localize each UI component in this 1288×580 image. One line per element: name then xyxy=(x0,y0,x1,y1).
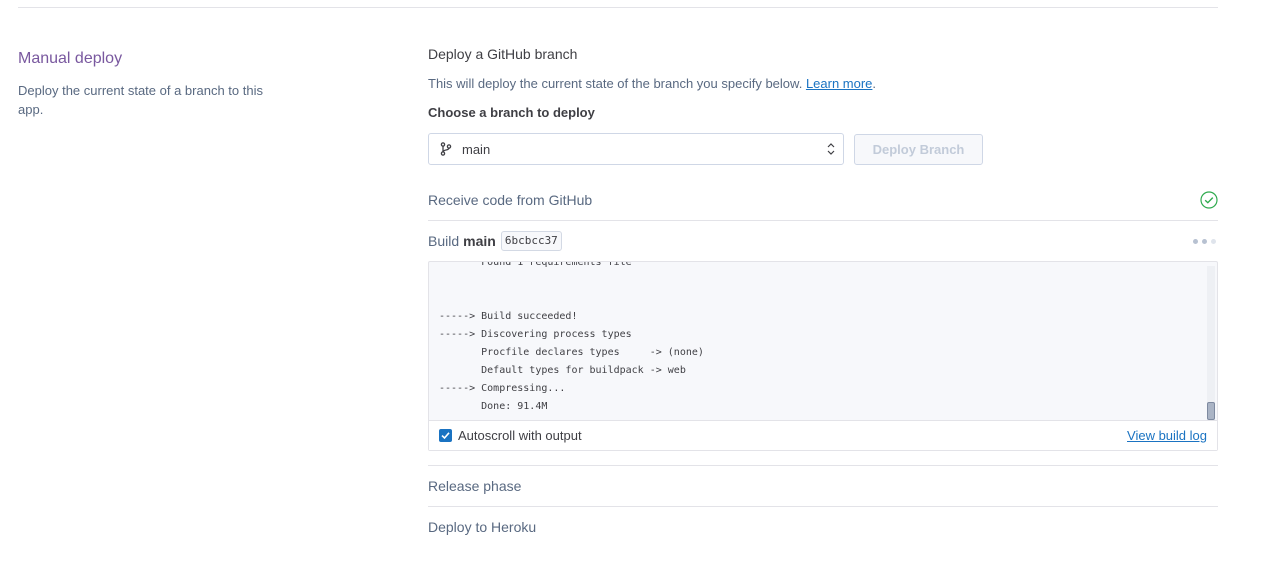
step-build-header: Build main 6bcbcc37 xyxy=(428,221,1218,261)
build-log-output[interactable]: Found 1 requirements file -----> Build s… xyxy=(429,262,1205,422)
deploy-branch-button[interactable]: Deploy Branch xyxy=(854,133,983,165)
section-title: Manual deploy xyxy=(18,50,123,67)
log-line: Procfile declares types -> (none) xyxy=(439,347,704,358)
select-arrows-icon xyxy=(827,142,835,156)
section-description: Deploy the current state of a branch to … xyxy=(18,83,263,117)
deploy-description-text: This will deploy the current state of th… xyxy=(428,76,803,91)
branch-select[interactable]: main xyxy=(428,133,844,165)
log-line: -----> Discovering process types xyxy=(439,329,632,340)
log-scrollbar[interactable] xyxy=(1207,266,1215,420)
build-branch: main xyxy=(463,233,496,249)
section-info: Manual deploy Deploy the current state o… xyxy=(18,48,308,119)
build-log-lines: Found 1 requirements file -----> Build s… xyxy=(439,262,704,416)
step-deploy-label: Deploy to Heroku xyxy=(428,519,537,535)
log-line: Found 1 requirements file xyxy=(439,262,632,268)
build-prefix: Build xyxy=(428,233,460,249)
step-receive-code: Receive code from GitHub xyxy=(428,180,1218,221)
build-title: Build main 6bcbcc37 xyxy=(428,231,562,251)
manual-deploy-page: Manual deploy Deploy the current state o… xyxy=(0,0,1288,580)
log-line: Default types for buildpack -> web xyxy=(439,365,686,376)
step-release-phase: Release phase xyxy=(428,466,1218,507)
learn-more-link[interactable]: Learn more xyxy=(806,76,872,91)
autoscroll-label: Autoscroll with output xyxy=(458,428,582,443)
progress-dot xyxy=(1211,238,1216,244)
build-log-footer: Autoscroll with output View build log xyxy=(429,420,1217,450)
branch-select-value: main xyxy=(462,141,491,157)
commit-hash-badge[interactable]: 6bcbcc37 xyxy=(500,231,562,251)
build-log-box: Found 1 requirements file -----> Build s… xyxy=(428,261,1218,451)
log-line: -----> Build succeeded! xyxy=(439,311,578,322)
step-receive-label: Receive code from GitHub xyxy=(428,192,593,208)
more-dots-icon xyxy=(1193,238,1216,244)
branch-row: main Deploy Branch xyxy=(428,133,1218,165)
section-divider xyxy=(18,7,1218,8)
autoscroll-checkbox[interactable] xyxy=(439,429,452,442)
choose-branch-label: Choose a branch to deploy xyxy=(428,105,595,120)
autoscroll-option[interactable]: Autoscroll with output xyxy=(439,428,582,443)
view-build-log-link[interactable]: View build log xyxy=(1127,428,1207,443)
deploy-description-end: . xyxy=(872,76,877,91)
step-release-label: Release phase xyxy=(428,478,522,494)
check-circle-icon xyxy=(1200,191,1218,209)
log-scrollbar-thumb[interactable] xyxy=(1207,402,1215,420)
log-line: Done: 91.4M xyxy=(439,401,548,412)
git-branch-icon xyxy=(440,142,454,156)
progress-dot xyxy=(1193,238,1198,244)
log-line: -----> Compressing... xyxy=(439,383,566,394)
step-deploy-heroku: Deploy to Heroku xyxy=(428,507,1218,547)
deploy-description: This will deploy the current state of th… xyxy=(428,75,1218,93)
deploy-heading: Deploy a GitHub branch xyxy=(428,46,578,62)
progress-dot xyxy=(1202,238,1207,244)
deploy-panel: Deploy a GitHub branch This will deploy … xyxy=(428,44,1218,547)
